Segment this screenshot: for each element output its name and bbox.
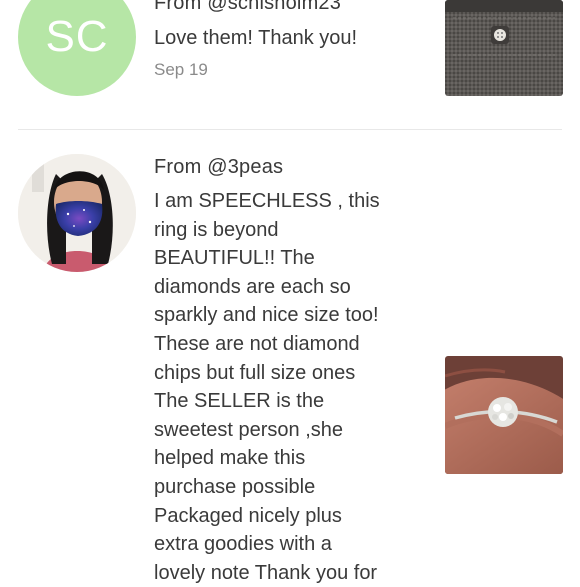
ring-photo-image — [445, 356, 563, 474]
review-text-line: lovely note Thank you for — [154, 561, 378, 584]
review-text-line: I am SPEECHLESS , this — [154, 190, 380, 212]
review-text-line: ring is beyond — [154, 218, 279, 241]
review-text-line: helped make this — [154, 447, 306, 470]
pants-photo-image — [445, 0, 563, 96]
review-photo-ring[interactable] — [445, 356, 563, 474]
review-text-line: diamonds are each so — [154, 275, 351, 298]
reviewer-avatar-image — [18, 154, 136, 272]
review-text-line: These are not diamond — [154, 332, 360, 355]
reviewer-avatar[interactable] — [18, 154, 136, 272]
reviewer-avatar[interactable]: SC — [18, 0, 136, 96]
review-text-line: The SELLER is the — [154, 390, 325, 413]
review-text-line: sparkly and nice size too! — [154, 304, 379, 327]
review-from[interactable]: From @3peas — [154, 156, 283, 179]
review-text-line: Packaged nicely plus — [154, 504, 342, 527]
review-text-line: BEAUTIFUL!! The — [154, 247, 315, 270]
review-text: I am SPEECHLESS , this ring is beyond BE… — [154, 187, 424, 587]
review-text-line: sweetest person ,she — [154, 418, 343, 441]
review-text-line: purchase possible — [154, 475, 316, 498]
review-divider — [18, 129, 562, 130]
review-text-line: chips but full size ones — [154, 361, 356, 384]
review-from[interactable]: From @schisholm23 — [154, 0, 341, 15]
review-text: Love them! Thank you! — [154, 27, 358, 49]
review-date: Sep 19 — [154, 60, 208, 79]
avatar-initials: SC — [45, 12, 109, 61]
review-text-line: extra goodies with a — [154, 533, 332, 556]
review-photo-pants[interactable] — [445, 0, 563, 96]
